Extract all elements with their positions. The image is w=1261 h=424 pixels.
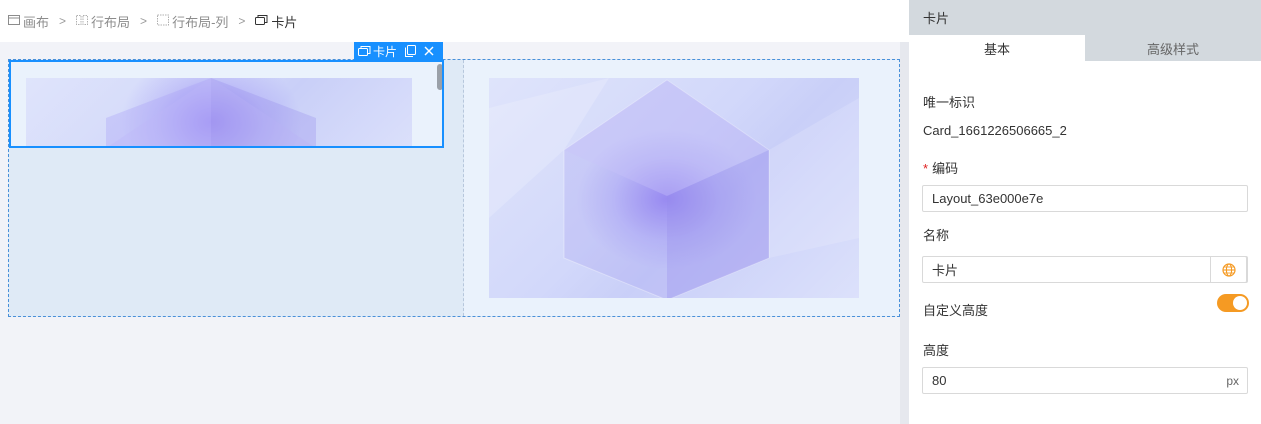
panel-tabs: 基本 高级样式 (909, 35, 1261, 61)
row-layout-icon (76, 14, 89, 29)
height-label: 高度 (923, 343, 950, 358)
globe-icon[interactable] (1210, 256, 1247, 283)
card-image (26, 78, 412, 146)
name-input[interactable]: 卡片 (922, 256, 1248, 283)
breadcrumb: 画布 > 行布局 > 行布局-列 > 卡片 (0, 0, 909, 42)
breadcrumb-label: 行布局-列 (172, 14, 229, 30)
required-mark: * (923, 161, 929, 176)
breadcrumb-separator: > (140, 14, 148, 28)
breadcrumb-label: 行布局 (91, 14, 131, 30)
breadcrumb-item-card[interactable]: 卡片 (255, 12, 297, 31)
column-icon (157, 14, 170, 29)
card-icon (358, 45, 371, 57)
tab-basic[interactable]: 基本 (909, 35, 1085, 61)
cube-graphic (106, 78, 316, 146)
card-scrollbar-thumb[interactable] (437, 64, 442, 90)
breadcrumb-label: 画布 (23, 14, 50, 30)
name-value: 卡片 (932, 263, 959, 278)
code-value: Layout_63e000e7e (932, 191, 1044, 206)
selected-tag-label: 卡片 (373, 44, 398, 59)
height-unit: px (1226, 373, 1239, 388)
card-icon (255, 14, 268, 29)
code-input[interactable]: Layout_63e000e7e (922, 185, 1248, 212)
close-icon[interactable] (424, 46, 434, 56)
cube-graphic (489, 78, 859, 298)
custom-height-toggle[interactable] (1217, 294, 1249, 312)
breadcrumb-separator: > (238, 14, 246, 28)
layout-column-right[interactable] (464, 60, 899, 316)
unique-id-label: 唯一标识 (923, 95, 976, 110)
property-panel: 卡片 基本 高级样式 唯一标识 Card_1661226506665_2 * 编码… (909, 0, 1261, 424)
toggle-knob (1233, 296, 1247, 310)
height-value: 80 (932, 373, 947, 388)
breadcrumb-separator: > (59, 14, 67, 28)
canvas-icon (8, 14, 20, 29)
custom-height-label: 自定义高度 (923, 303, 989, 318)
breadcrumb-item-column[interactable]: 行布局-列 (157, 12, 228, 31)
card-image (489, 78, 859, 298)
breadcrumb-item-row-layout[interactable]: 行布局 (76, 12, 130, 31)
code-label-row: * 编码 (923, 158, 958, 177)
selected-card[interactable] (9, 60, 444, 148)
copy-icon[interactable] (405, 45, 417, 57)
breadcrumb-label: 卡片 (271, 14, 298, 30)
tab-advanced-style[interactable]: 高级样式 (1085, 35, 1261, 61)
selected-component-tag: 卡片 (354, 42, 443, 60)
breadcrumb-item-canvas[interactable]: 画布 (8, 12, 49, 31)
canvas-scrollbar[interactable] (900, 42, 909, 424)
panel-title: 卡片 (909, 0, 1261, 35)
code-label: 编码 (932, 161, 959, 176)
height-input[interactable]: 80 px (922, 367, 1248, 394)
unique-id-value: Card_1661226506665_2 (923, 123, 1067, 138)
name-label: 名称 (923, 228, 950, 243)
